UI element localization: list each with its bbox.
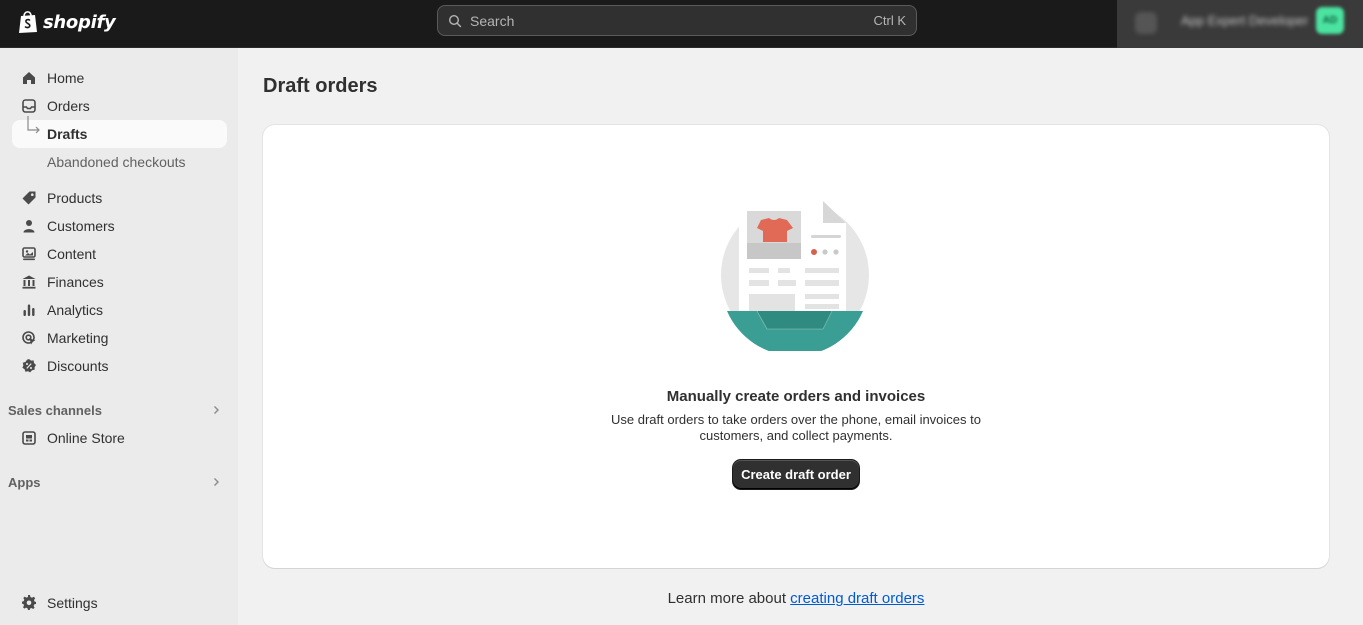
search-shortcut: Ctrl K [873, 13, 907, 28]
creating-draft-orders-link[interactable]: creating draft orders [790, 590, 924, 607]
search-bar[interactable]: Search Ctrl K [437, 5, 917, 36]
empty-state-card: Manually create orders and invoices Use … [263, 125, 1329, 568]
draft-order-illustration [721, 201, 869, 351]
sidebar-item-analytics[interactable]: Analytics [12, 296, 227, 324]
page-title: Draft orders [263, 75, 378, 97]
create-draft-order-button[interactable]: Create draft order [733, 460, 859, 489]
empty-state-description: Use draft orders to take orders over the… [611, 412, 981, 443]
store-icon [22, 431, 36, 445]
sidebar-item-drafts[interactable]: Drafts [12, 116, 227, 148]
discount-icon [22, 359, 36, 373]
gear-icon [22, 595, 36, 610]
chevron-right-icon [214, 478, 219, 486]
logo-text: shopify [43, 11, 116, 33]
store-name[interactable]: App Expert Developer [1181, 13, 1308, 28]
shopify-bag-icon [19, 11, 37, 33]
sidebar-item-label: Abandoned checkouts [47, 154, 186, 170]
tag-icon [22, 191, 36, 205]
sidebar-item-label: Discounts [47, 358, 109, 374]
sidebar-item-marketing[interactable]: Marketing [12, 324, 227, 352]
home-icon [23, 72, 35, 84]
account-area: App Expert Developer AD [1117, 0, 1363, 48]
sidebar-item-label: Home [47, 70, 85, 86]
target-icon [22, 331, 36, 345]
sidebar-item-label: Customers [47, 218, 115, 234]
empty-state-heading: Manually create orders and invoices [666, 388, 926, 405]
chevron-right-icon [214, 406, 219, 414]
sidebar-item-label: Content [47, 246, 97, 262]
person-icon [23, 220, 35, 233]
sub-arrow-icon [27, 116, 40, 134]
learn-more-text: Learn more about [667, 590, 791, 607]
avatar[interactable]: AD [1316, 7, 1344, 34]
search-icon [448, 14, 462, 27]
sidebar-item-label: Drafts [47, 126, 88, 142]
sidebar-item-settings[interactable]: Settings [12, 589, 227, 617]
bar-chart-icon [23, 304, 35, 316]
sidebar-item-customers[interactable]: Customers [12, 212, 227, 240]
sidebar-item-home[interactable]: Home [12, 64, 227, 92]
content-icon [22, 247, 36, 261]
sidebar-item-label: Marketing [47, 330, 109, 346]
sidebar-item-abandoned-checkouts[interactable]: Abandoned checkouts [12, 148, 227, 176]
sidebar-item-label: Online Store [47, 430, 125, 446]
sidebar-item-finances[interactable]: Finances [12, 268, 227, 296]
sidebar-item-label: Settings [47, 595, 98, 611]
sidebar-item-orders[interactable]: Orders [12, 92, 227, 120]
sales-channels-section[interactable]: Sales channels [8, 400, 222, 420]
bank-icon [22, 275, 36, 289]
sidebar-item-products[interactable]: Products [12, 184, 227, 212]
sidebar-item-online-store[interactable]: Online Store [12, 424, 227, 452]
sidebar: Home Orders Drafts Abandoned checkouts P… [0, 48, 238, 625]
orders-icon [22, 99, 36, 113]
section-label: Apps [8, 474, 41, 490]
notification-bell-icon[interactable] [1135, 12, 1157, 34]
page-scrollbar[interactable] [1355, 48, 1363, 625]
sidebar-item-label: Analytics [47, 302, 104, 318]
search-placeholder: Search [470, 12, 515, 29]
sidebar-item-label: Orders [47, 98, 90, 114]
top-bar: shopify Search Ctrl K App Expert Develop… [0, 0, 1363, 48]
shopify-logo[interactable]: shopify [18, 9, 116, 35]
apps-section[interactable]: Apps [8, 472, 222, 492]
learn-more-footer: Learn more about creating draft orders [263, 590, 1329, 607]
sidebar-item-discounts[interactable]: Discounts [12, 352, 227, 380]
sidebar-item-content[interactable]: Content [12, 240, 227, 268]
sidebar-item-label: Products [47, 190, 103, 206]
sidebar-item-label: Finances [47, 274, 104, 290]
section-label: Sales channels [8, 402, 102, 418]
